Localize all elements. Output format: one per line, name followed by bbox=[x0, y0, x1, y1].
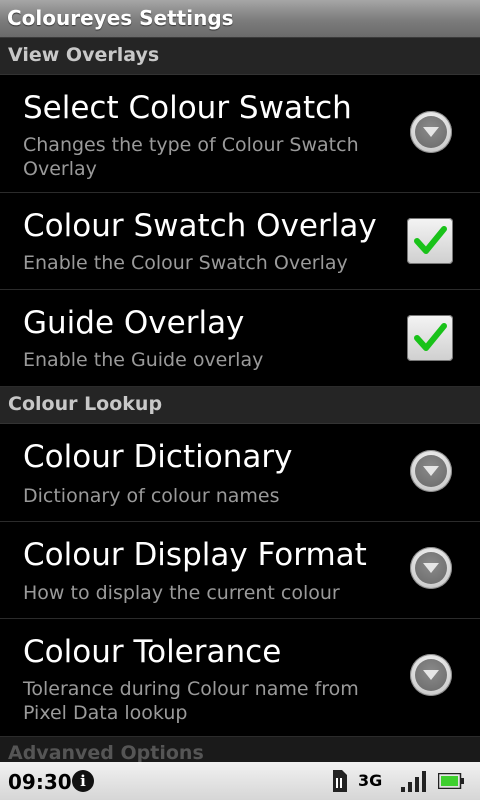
pref-colour-swatch-overlay[interactable]: Colour Swatch Overlay Enable the Colour … bbox=[0, 193, 480, 290]
checkbox-guide-overlay[interactable] bbox=[407, 315, 453, 361]
section-advanced-options: Advanved Options bbox=[0, 737, 480, 762]
title-bar: Coloureyes Settings bbox=[0, 0, 480, 38]
pref-summary: Changes the type of Colour Swatch Overla… bbox=[23, 134, 359, 180]
pref-colour-tolerance[interactable]: Colour Tolerance Tolerance during Colour… bbox=[0, 619, 480, 737]
section-label: Colour Lookup bbox=[8, 393, 163, 415]
pref-summary: Enable the Colour Swatch Overlay bbox=[23, 252, 348, 274]
pref-title: Colour Swatch Overlay bbox=[23, 208, 377, 244]
section-label: View Overlays bbox=[8, 44, 160, 66]
pref-title: Guide Overlay bbox=[23, 305, 245, 341]
pref-title: Colour Tolerance bbox=[23, 634, 282, 670]
section-label: Advanved Options bbox=[8, 742, 204, 762]
dropdown-arrow-icon[interactable] bbox=[410, 450, 452, 492]
dropdown-arrow-icon[interactable] bbox=[410, 654, 452, 696]
check-icon bbox=[414, 323, 447, 351]
pref-summary: Dictionary of colour names bbox=[23, 485, 280, 507]
dropdown-arrow-icon[interactable] bbox=[410, 547, 452, 589]
app-title: Coloureyes Settings bbox=[7, 6, 234, 30]
battery-icon bbox=[438, 773, 464, 789]
pref-colour-dictionary[interactable]: Colour Dictionary Dictionary of colour n… bbox=[0, 424, 480, 522]
pref-title: Select Colour Swatch bbox=[23, 90, 352, 126]
pref-title: Colour Dictionary bbox=[23, 439, 293, 475]
pref-summary: Tolerance during Colour name from Pixel … bbox=[23, 678, 359, 724]
sd-card-icon bbox=[333, 770, 347, 792]
pref-colour-display-format[interactable]: Colour Display Format How to display the… bbox=[0, 522, 480, 619]
pref-guide-overlay[interactable]: Guide Overlay Enable the Guide overlay bbox=[0, 290, 480, 387]
info-icon: i bbox=[72, 770, 94, 792]
pref-summary: How to display the current colour bbox=[23, 582, 340, 604]
network-type: 3G bbox=[358, 771, 383, 790]
checkbox-colour-swatch-overlay[interactable] bbox=[407, 218, 453, 264]
pref-title: Colour Display Format bbox=[23, 537, 367, 573]
pref-summary: Enable the Guide overlay bbox=[23, 349, 264, 371]
section-colour-lookup: Colour Lookup bbox=[0, 387, 480, 424]
pref-select-colour-swatch[interactable]: Select Colour Swatch Changes the type of… bbox=[0, 75, 480, 193]
signal-icon bbox=[401, 771, 426, 792]
clock: 09:30 bbox=[8, 770, 72, 794]
section-view-overlays: View Overlays bbox=[0, 38, 480, 75]
dropdown-arrow-icon[interactable] bbox=[410, 111, 452, 153]
check-icon bbox=[414, 226, 447, 254]
status-bar: 09:30 i 3G bbox=[0, 762, 480, 800]
